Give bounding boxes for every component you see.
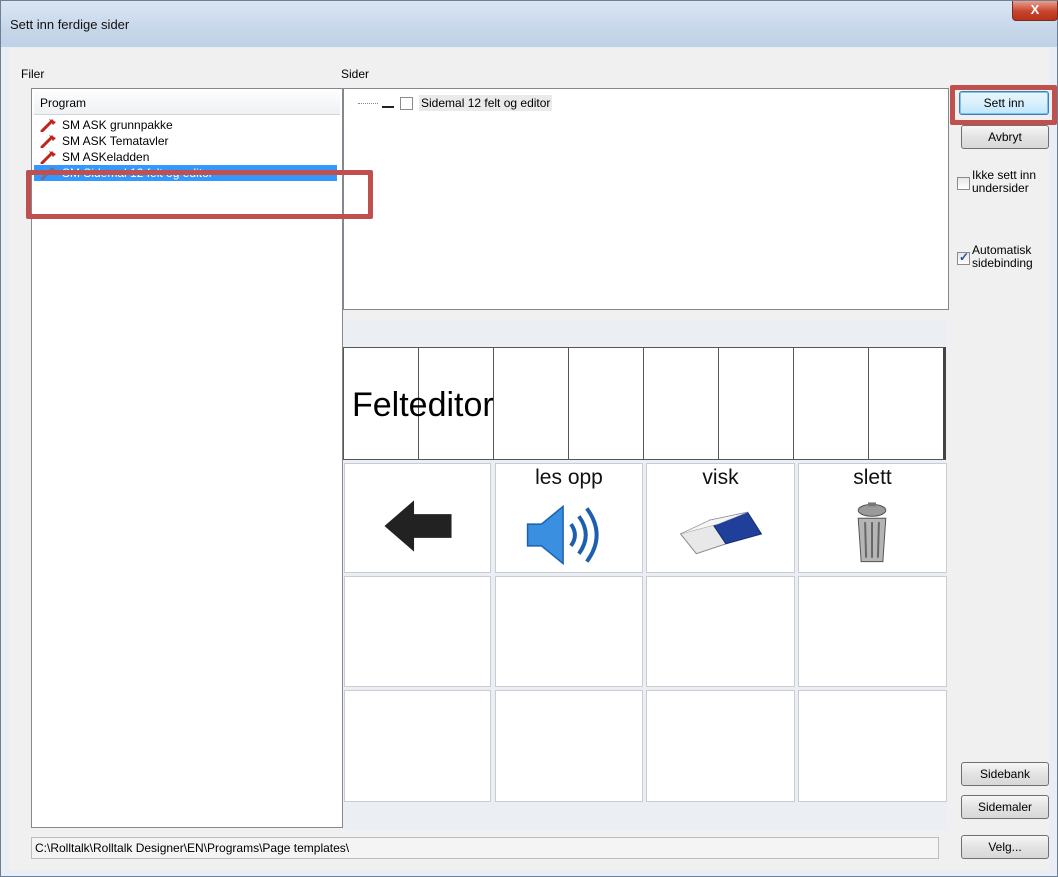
- editor-column: [494, 348, 569, 459]
- preview-cell-empty: [495, 690, 643, 802]
- automatisk-label: Automatisk sidebinding: [972, 243, 1033, 270]
- editor-column: [794, 348, 869, 459]
- pages-tree[interactable]: Sidemal 12 felt og editor: [343, 88, 949, 310]
- program-column-header[interactable]: Program: [34, 91, 340, 115]
- editor-text: Felteditor: [352, 386, 494, 424]
- editor-field: Felteditor: [343, 347, 946, 460]
- preview-cell-back: [344, 463, 491, 573]
- editor-column: [869, 348, 944, 459]
- check-mark-icon: ✓: [959, 250, 970, 264]
- preview-cell-empty: [344, 690, 491, 802]
- preview-cell-empty: [798, 576, 947, 687]
- dialog-window: Sett inn ferdige sider X Filer Program S…: [0, 0, 1058, 877]
- program-list-item[interactable]: SM ASKeladden: [34, 149, 337, 165]
- program-list-item[interactable]: SM ASK grunnpakke: [34, 117, 337, 133]
- eraser-icon: [679, 511, 763, 555]
- editor-column: [569, 348, 644, 459]
- close-button[interactable]: X: [1012, 1, 1058, 21]
- red-tool-icon: [40, 135, 56, 148]
- tree-collapse-icon[interactable]: [382, 106, 394, 108]
- preview-cell-empty: [798, 690, 947, 802]
- preview-cell-empty: [646, 576, 795, 687]
- automatisk-option[interactable]: ✓ Automatisk sidebinding: [957, 244, 1048, 270]
- cell-label: les opp: [535, 466, 603, 489]
- automatisk-checkbox[interactable]: ✓: [957, 250, 970, 265]
- program-item-label: SM ASK grunnpakke: [62, 118, 173, 132]
- sidemaler-button[interactable]: Sidemaler: [961, 795, 1049, 819]
- program-item-label: SM ASKeladden: [62, 150, 150, 164]
- ikke-sett-inn-checkbox[interactable]: [957, 177, 970, 190]
- window-title: Sett inn ferdige sider: [10, 17, 130, 32]
- red-tool-icon: [40, 151, 56, 164]
- ikke-sett-inn-label: Ikke sett inn undersider: [972, 168, 1037, 195]
- tree-node[interactable]: Sidemal 12 felt og editor: [358, 95, 553, 111]
- trash-icon: [857, 502, 887, 563]
- sider-label: Sider: [341, 67, 370, 81]
- tree-checkbox[interactable]: [400, 96, 413, 110]
- preview-cell-empty: [646, 690, 795, 802]
- program-list-item[interactable]: SM ASK Tematavler: [34, 133, 337, 149]
- program-item-label: SM ASK Tematavler: [62, 134, 169, 148]
- filer-label: Filer: [21, 67, 45, 81]
- velg-button[interactable]: Velg...: [961, 835, 1049, 859]
- red-tool-icon: [40, 119, 56, 132]
- arrow-left-icon: [384, 500, 452, 552]
- ikke-sett-inn-option[interactable]: Ikke sett inn undersider: [957, 169, 1048, 195]
- cell-label: visk: [702, 466, 739, 489]
- sidebank-button[interactable]: Sidebank: [961, 762, 1049, 786]
- title-bar[interactable]: Sett inn ferdige sider X: [1, 1, 1058, 47]
- cell-label: slett: [853, 466, 892, 489]
- speaker-icon: [526, 504, 599, 566]
- selected-program-highlight: [26, 170, 373, 219]
- tree-connector: [358, 102, 378, 104]
- editor-column: [644, 348, 719, 459]
- preview-cell-les-opp: les opp: [495, 463, 643, 573]
- page-preview: Felteditor les opp visk slett: [343, 320, 947, 830]
- sett-inn-highlight: [950, 85, 1057, 125]
- path-field: C:\Rolltalk\Rolltalk Designer\EN\Program…: [31, 837, 939, 859]
- preview-cell-slett: slett: [798, 463, 947, 573]
- preview-cell-empty: [344, 576, 491, 687]
- tree-node-label[interactable]: Sidemal 12 felt og editor: [419, 95, 553, 111]
- avbryt-button[interactable]: Avbryt: [961, 125, 1049, 149]
- preview-cell-empty: [495, 576, 643, 687]
- preview-cell-visk: visk: [646, 463, 795, 573]
- editor-column: [719, 348, 794, 459]
